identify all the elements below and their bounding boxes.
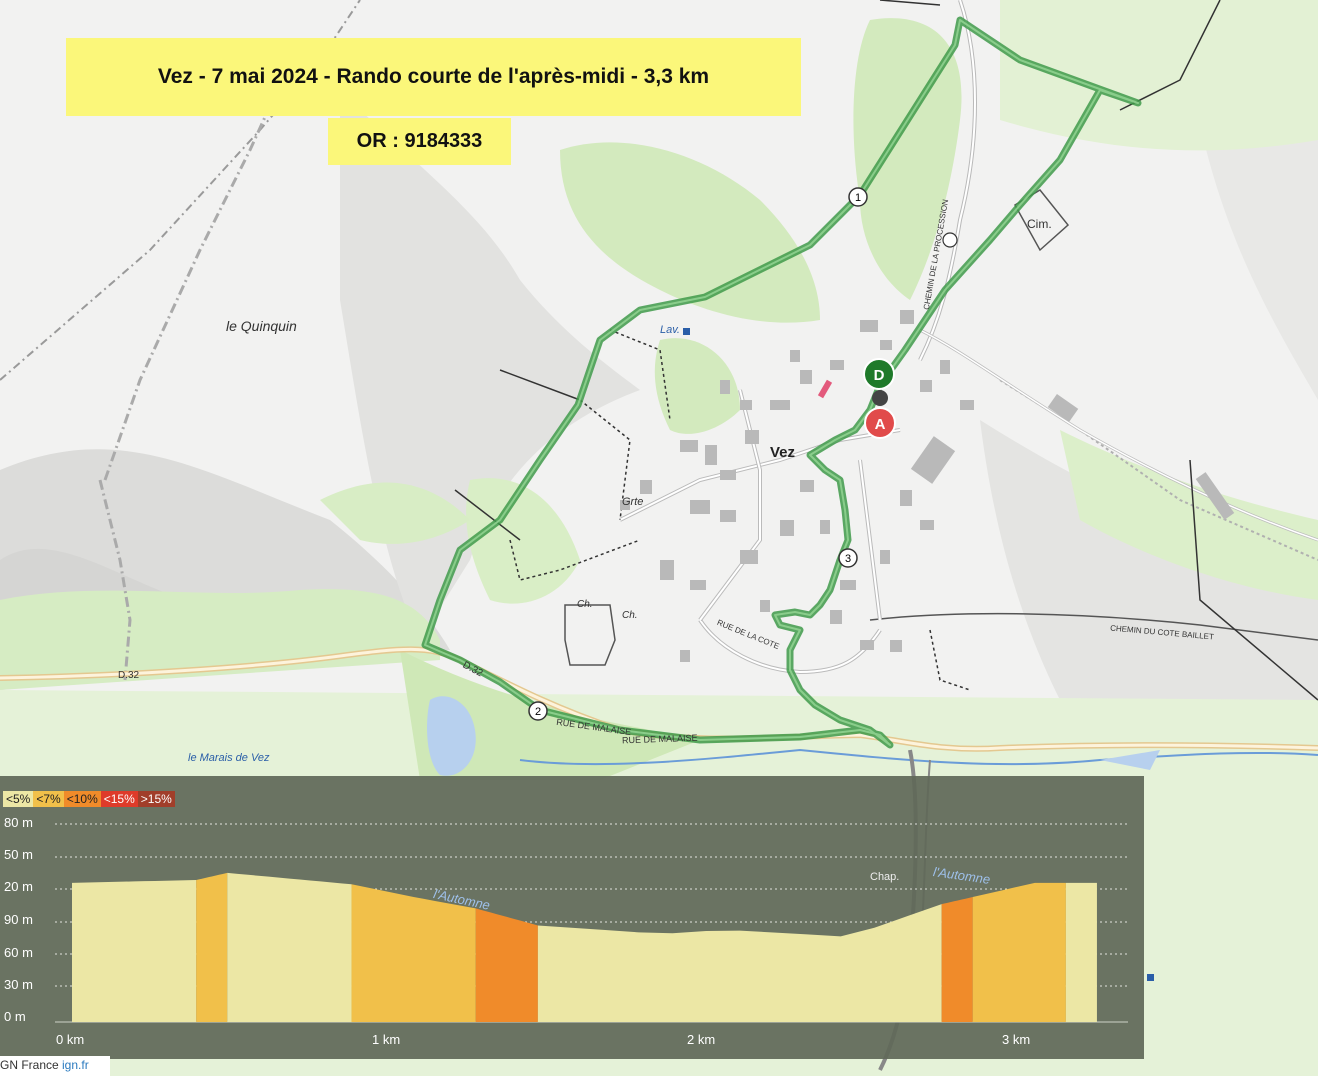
marais-label: le Marais de Vez xyxy=(188,752,270,764)
legend-item: >15% xyxy=(137,791,175,807)
end-marker[interactable]: A xyxy=(864,407,896,439)
locality-label: le Quinquin xyxy=(226,318,297,334)
end-marker-label: A xyxy=(875,416,886,433)
y-tick: 60 m xyxy=(4,945,33,960)
y-tick: 80 m xyxy=(4,815,33,830)
chapelle-label-2: Ch. xyxy=(622,610,638,621)
waypoint-1[interactable]: 1 xyxy=(848,187,868,207)
profile-segment xyxy=(1065,882,1097,1022)
legend-item: <10% xyxy=(63,791,101,807)
waypoint-3[interactable]: 3 xyxy=(838,548,858,568)
y-tick: 50 m xyxy=(4,847,33,862)
route-title: Vez - 7 mai 2024 - Rando courte de l'apr… xyxy=(66,38,801,116)
profile-segment xyxy=(972,882,1066,1022)
x-tick: 2 km xyxy=(687,1032,716,1047)
elevation-profile-chart[interactable] xyxy=(0,776,1144,1059)
profile-segment xyxy=(196,872,228,1022)
profile-segment xyxy=(475,908,538,1022)
start-marker-label: D xyxy=(874,367,885,384)
y-tick: 30 m xyxy=(4,977,33,992)
slope-legend: <5% <7% <10% <15% >15% xyxy=(3,791,175,807)
water-point-icon xyxy=(1147,974,1154,981)
chapelle-label-1: Ch. xyxy=(577,599,593,610)
lavoir-icon xyxy=(683,328,690,335)
waypoint-1-label: 1 xyxy=(855,192,861,204)
credit-text: GN France xyxy=(0,1058,63,1072)
map-credit: GN France ign.fr xyxy=(0,1056,110,1076)
viewpoint-icon xyxy=(942,232,958,248)
waypoint-2-label: 2 xyxy=(535,706,541,718)
x-tick: 1 km xyxy=(372,1032,401,1047)
lavoir-label: Lav. xyxy=(660,324,680,336)
grotte-label: Grte xyxy=(622,496,644,508)
y-tick: 0 m xyxy=(4,1009,26,1024)
profile-segment xyxy=(941,897,973,1022)
waypoint-2[interactable]: 2 xyxy=(528,701,548,721)
profile-segment xyxy=(72,880,197,1022)
x-tick: 3 km xyxy=(1002,1032,1031,1047)
route-reference: OR : 9184333 xyxy=(328,118,511,165)
road-d32-label-a: D.32 xyxy=(118,670,140,681)
village-label: Vez xyxy=(770,444,796,461)
cemetery-label: Cim. xyxy=(1027,217,1052,231)
profile-segment xyxy=(227,872,352,1022)
direction-arrow-icon xyxy=(872,390,888,406)
x-tick: 0 km xyxy=(56,1032,85,1047)
legend-item: <7% xyxy=(33,791,64,807)
waypoint-3-label: 3 xyxy=(845,553,851,565)
legend-item: <15% xyxy=(100,791,138,807)
chapelle-label-3: Chap. xyxy=(870,871,900,883)
y-tick: 20 m xyxy=(4,879,33,894)
y-tick: 90 m xyxy=(4,912,33,927)
ign-link[interactable]: ign.fr xyxy=(62,1058,89,1072)
legend-item: <5% xyxy=(3,791,34,807)
start-marker[interactable]: D xyxy=(863,358,895,390)
